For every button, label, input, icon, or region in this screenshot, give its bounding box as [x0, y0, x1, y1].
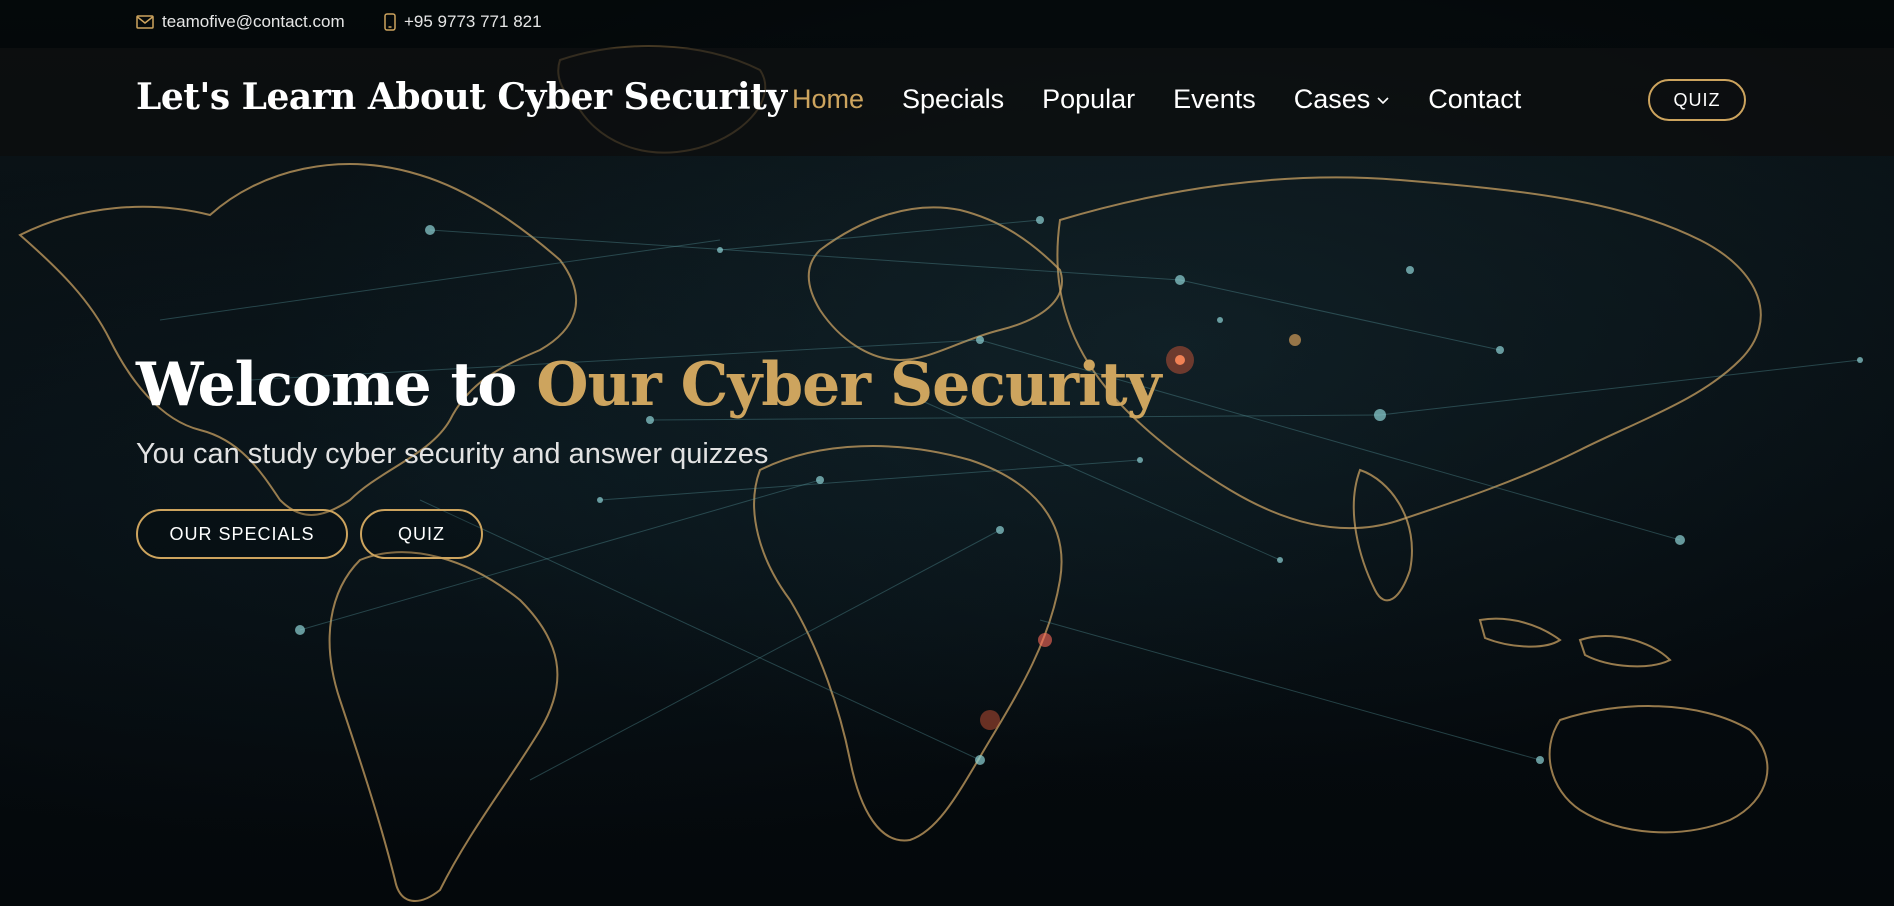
hero-title: Welcome to Our Cyber Security	[136, 350, 1161, 420]
hero-quiz-button[interactable]: QUIZ	[360, 509, 483, 559]
nav-item-home[interactable]: Home	[792, 84, 864, 115]
email-text: teamofive@contact.com	[162, 12, 345, 31]
site-header: Let's Learn About Cyber Security Home Sp…	[0, 48, 1894, 156]
nav-item-cases-label: Cases	[1293, 84, 1371, 114]
phone-icon	[384, 13, 396, 31]
hero-title-accent: Our Cyber Security	[536, 350, 1161, 420]
contact-email[interactable]: teamofive@contact.com	[136, 12, 345, 32]
main-nav: Home Specials Popular Events Cases Conta…	[792, 84, 1521, 115]
site-logo[interactable]: Let's Learn About Cyber Security	[136, 76, 787, 118]
nav-item-events[interactable]: Events	[1173, 84, 1256, 115]
contact-phone[interactable]: +95 9773 771 821	[384, 12, 542, 32]
hero-title-prefix: Welcome to	[136, 350, 517, 420]
phone-text: +95 9773 771 821	[404, 12, 542, 31]
envelope-icon	[136, 15, 154, 29]
nav-item-popular[interactable]: Popular	[1042, 84, 1135, 115]
our-specials-button[interactable]: OUR SPECIALS	[136, 509, 348, 559]
nav-item-contact[interactable]: Contact	[1428, 84, 1521, 115]
hero-subtitle: You can study cyber security and answer …	[136, 438, 769, 470]
top-bar: teamofive@contact.com +95 9773 771 821	[0, 0, 1894, 48]
page: teamofive@contact.com +95 9773 771 821 L…	[0, 0, 1894, 906]
nav-item-cases[interactable]: Cases	[1294, 84, 1391, 115]
chevron-down-icon	[1376, 95, 1390, 105]
header-quiz-button[interactable]: QUIZ	[1648, 79, 1746, 121]
nav-item-specials[interactable]: Specials	[902, 84, 1004, 115]
